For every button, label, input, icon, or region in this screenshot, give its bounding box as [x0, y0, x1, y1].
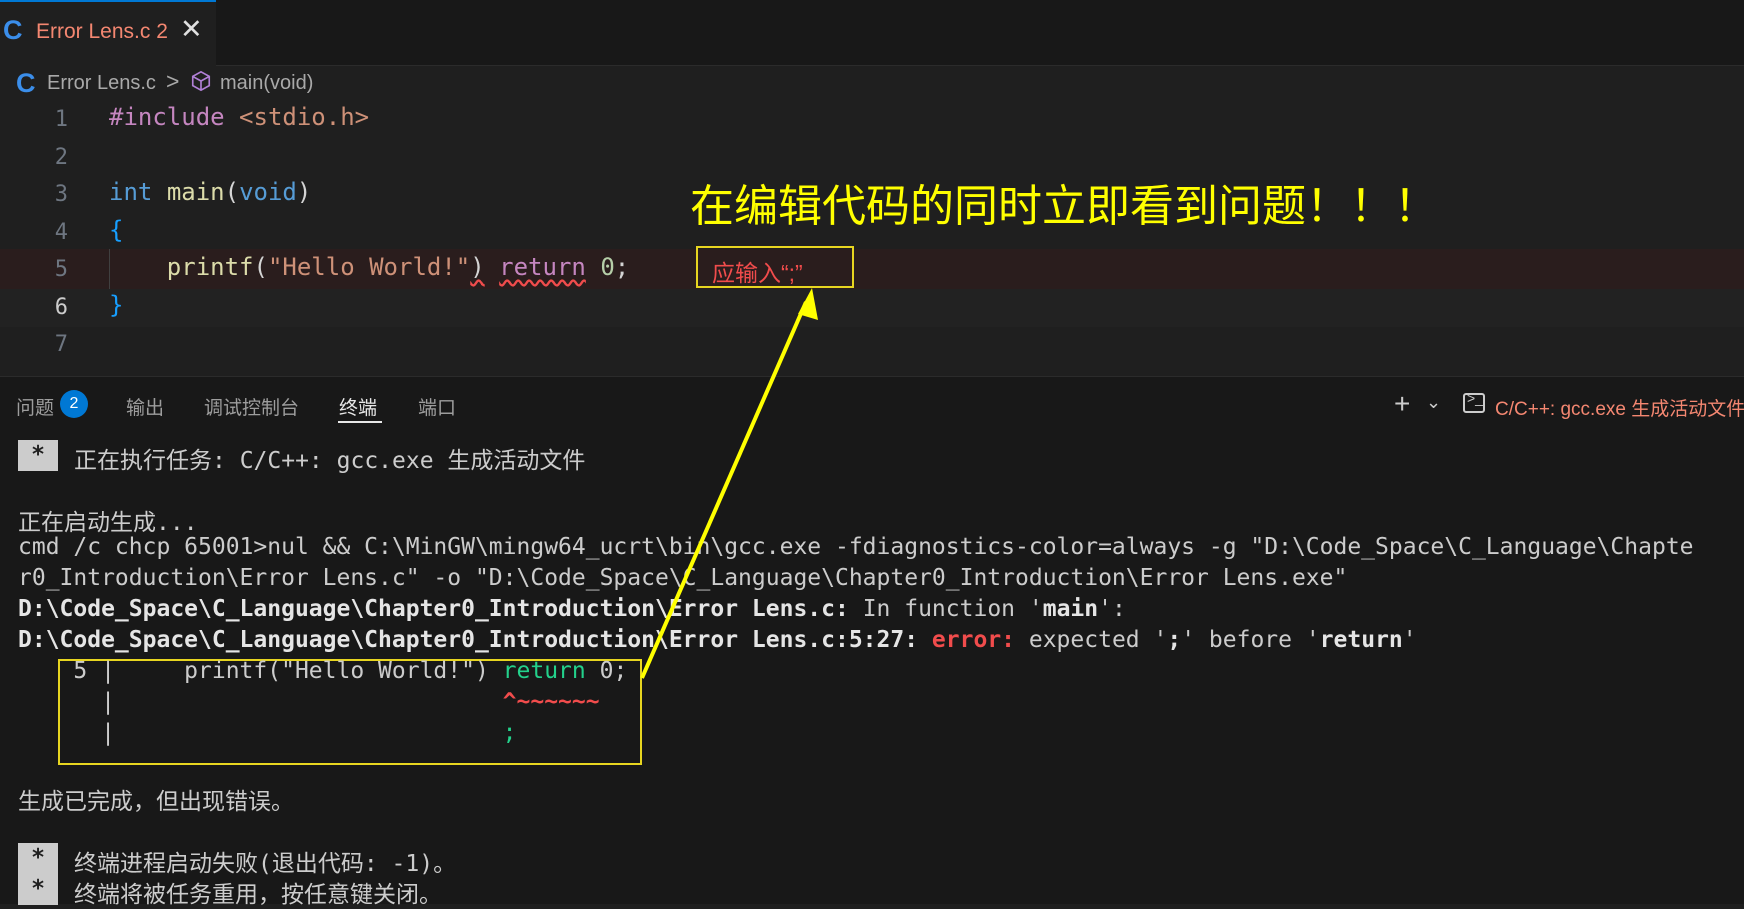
terminal-command-line-wrap: r0_Introduction\Error Lens.c" -o "D:\Cod… — [18, 565, 1348, 591]
symbol-method-icon — [191, 70, 211, 92]
terminal-starting-line: 正在启动生成... — [18, 510, 198, 536]
code-line-6[interactable]: } — [109, 291, 123, 319]
code-line-5[interactable]: printf("Hello World!") return 0; — [109, 253, 629, 281]
chevron-down-icon[interactable]: ⌄ — [1426, 392, 1441, 413]
task-star-marker: * — [18, 843, 58, 874]
task-star-marker: * — [18, 874, 58, 905]
terminal-snippet-line: 5 | printf("Hello World!") return 0; — [18, 658, 628, 684]
line-number: 2 — [54, 145, 68, 170]
line-number: 1 — [54, 107, 68, 132]
terminal-fail-line: 终端进程启动失败(退出代码: -1)。 — [74, 851, 457, 877]
terminal-snippet-fix: | ; — [18, 720, 517, 746]
line-number: 5 — [54, 257, 68, 282]
close-icon[interactable]: ✕ — [180, 14, 203, 45]
line-number: 4 — [54, 220, 68, 245]
breadcrumb-file[interactable]: Error Lens.c — [47, 72, 156, 95]
tab-ports[interactable]: 端口 — [418, 393, 456, 420]
terminal-instance-name[interactable]: C/C++: gcc.exe 生成活动文件 — [1495, 394, 1744, 421]
code-line-3[interactable]: int main(void) — [109, 178, 311, 206]
current-line-highlight — [0, 289, 1744, 327]
terminal-icon[interactable]: >_ — [1463, 390, 1485, 413]
tab-output[interactable]: 输出 — [126, 393, 164, 420]
tab-problems[interactable]: 问题 — [16, 393, 54, 420]
terminal-error-line: D:\Code_Space\C_Language\Chapter0_Introd… — [18, 627, 1417, 653]
c-language-icon: C — [3, 15, 23, 45]
terminal-done-line: 生成已完成，但出现错误。 — [18, 789, 294, 815]
problems-count-badge: 2 — [60, 390, 88, 418]
code-line-1[interactable]: #include <stdio.h> — [109, 103, 369, 131]
tab-problem-count: 2 — [156, 20, 168, 43]
task-star-marker: * — [18, 440, 58, 471]
tab-debug-console[interactable]: 调试控制台 — [204, 393, 299, 420]
terminal-in-function-line: D:\Code_Space\C_Language\Chapter0_Introd… — [18, 596, 1126, 622]
code-line-4[interactable]: { — [109, 216, 123, 244]
tab-terminal[interactable]: 终端 — [339, 393, 377, 420]
annotation-text: 在编辑代码的同时立即看到问题！！！ — [690, 181, 1438, 232]
breadcrumb-symbol[interactable]: main(void) — [220, 72, 313, 95]
c-language-icon: C — [16, 68, 36, 98]
line-number: 3 — [54, 182, 68, 207]
line-number: 7 — [54, 332, 68, 357]
inline-error-message: 应输入“;” — [712, 260, 803, 286]
terminal-snippet-caret: | ^~~~~~~ — [18, 689, 600, 715]
add-terminal-icon[interactable]: + — [1394, 388, 1410, 420]
chevron-right-icon: > — [166, 68, 180, 94]
terminal-command-line: cmd /c chcp 65001>nul && C:\MinGW\mingw6… — [18, 534, 1694, 560]
active-tab-indicator — [338, 421, 382, 423]
tab-title[interactable]: Error Lens.c 2 — [36, 20, 168, 44]
line-number: 6 — [54, 295, 68, 320]
terminal-task-line: 正在执行任务: C/C++: gcc.exe 生成活动文件 — [74, 448, 586, 474]
editor-tab-bar — [0, 0, 1744, 66]
